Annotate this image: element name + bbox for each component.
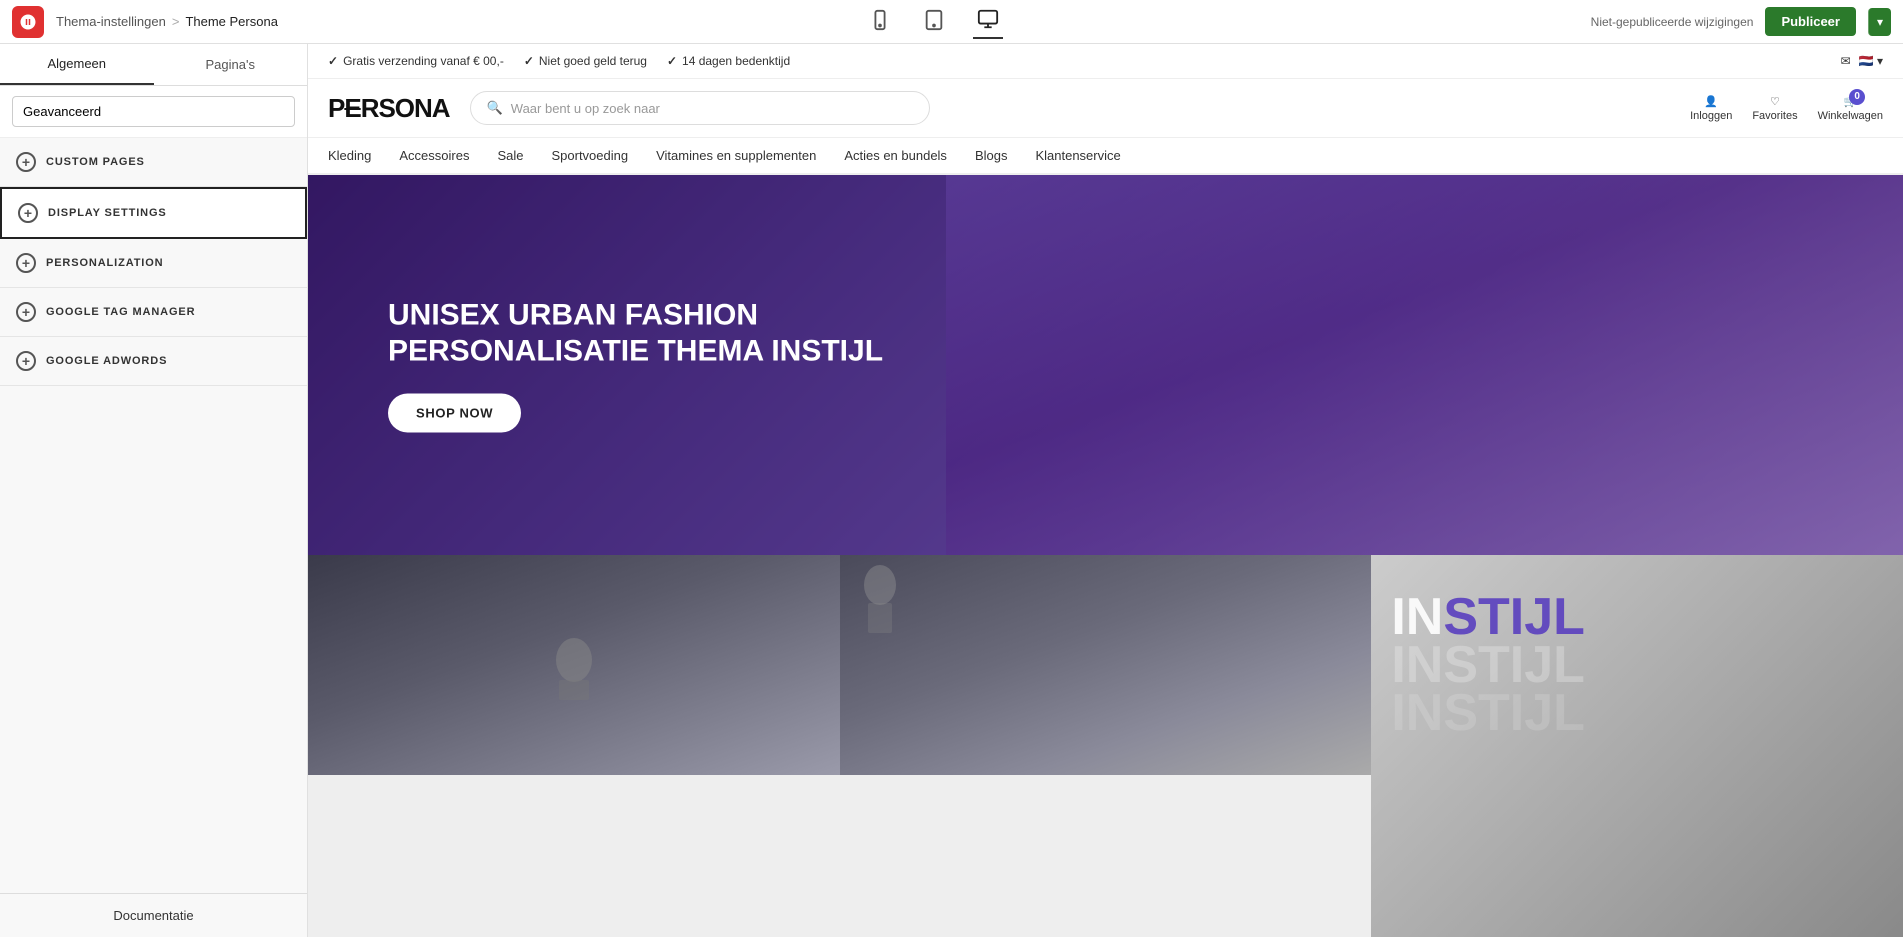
- app-logo[interactable]: [12, 6, 44, 38]
- plus-icon-display: +: [18, 203, 38, 223]
- breadcrumb-parent[interactable]: Thema-instellingen: [56, 14, 166, 29]
- publish-button[interactable]: Publiceer: [1765, 7, 1856, 36]
- breadcrumb-current: Theme Persona: [185, 14, 278, 29]
- device-switcher: [278, 4, 1591, 39]
- nav-sportvoeding[interactable]: Sportvoeding: [537, 148, 642, 163]
- store-preview: Gratis verzending vanaf € 00,- Niet goed…: [308, 44, 1903, 937]
- publish-dropdown-button[interactable]: ▾: [1868, 8, 1891, 36]
- plus-icon-personal: +: [16, 253, 36, 273]
- top-bar-actions: Niet-gepubliceerde wijzigingen Publiceer…: [1591, 7, 1891, 36]
- nav-kleding[interactable]: Kleding: [328, 148, 385, 163]
- breadcrumb: Thema-instellingen > Theme Persona: [56, 14, 278, 29]
- store-logo: PERSONA: [328, 93, 450, 124]
- nav-sale[interactable]: Sale: [483, 148, 537, 163]
- sidebar-item-custom-pages[interactable]: + CUSTOM PAGES: [0, 138, 307, 187]
- sidebar-select-wrapper: Geavanceerd: [0, 86, 307, 138]
- sidebar-item-google-tag-manager[interactable]: + GOOGLE TAG MANAGER: [0, 288, 307, 337]
- sidebar-item-personalization[interactable]: + PERSONALIZATION: [0, 239, 307, 288]
- product-card-text-container: INSTIJL INSTIJL INSTIJL: [1371, 555, 1903, 775]
- sidebar: Algemeen Pagina's Geavanceerd + CUSTOM P…: [0, 44, 308, 937]
- mobile-device-button[interactable]: [865, 4, 895, 39]
- flag-icon: 🇳🇱 ▾: [1859, 54, 1883, 68]
- announcement-icons: ✉ 🇳🇱 ▾: [1841, 54, 1883, 68]
- documentation-link[interactable]: Documentatie: [113, 908, 193, 923]
- desktop-device-button[interactable]: [973, 4, 1003, 39]
- hero-section: UNISEX URBAN FASHION PERSONALISATIE THEM…: [308, 175, 1903, 555]
- top-bar: Thema-instellingen > Theme Persona Niet-…: [0, 0, 1903, 44]
- custom-pages-label: CUSTOM PAGES: [46, 156, 145, 168]
- cart-action[interactable]: 🛒0 Winkelwagen: [1818, 95, 1883, 122]
- sidebar-tabs: Algemeen Pagina's: [0, 44, 307, 86]
- nav-vitamines[interactable]: Vitamines en supplementen: [642, 148, 830, 163]
- sidebar-footer: Documentatie: [0, 893, 307, 937]
- unpublished-label: Niet-gepubliceerde wijzigingen: [1591, 15, 1754, 29]
- sidebar-item-display-settings[interactable]: + DISPLAY SETTINGS: [0, 187, 307, 239]
- check-item-return: Niet goed geld terug: [524, 54, 647, 68]
- card-text-in: IN: [1391, 588, 1443, 646]
- instijl-overlay-text: INSTIJL INSTIJL INSTIJL: [1391, 591, 1585, 739]
- store-nav: Kleding Accessoires Sale Sportvoeding Vi…: [308, 138, 1903, 175]
- announcement-bar: Gratis verzending vanaf € 00,- Niet goed…: [308, 44, 1903, 79]
- check-item-shipping: Gratis verzending vanaf € 00,-: [328, 54, 504, 68]
- tablet-device-button[interactable]: [919, 4, 949, 39]
- card-text-stijl: STIJL: [1443, 588, 1585, 646]
- product-card-image-1: [308, 555, 840, 775]
- sidebar-item-google-adwords[interactable]: + GOOGLE ADWORDS: [0, 337, 307, 386]
- breadcrumb-separator: >: [172, 14, 180, 29]
- sidebar-select[interactable]: Geavanceerd: [12, 96, 295, 127]
- login-action[interactable]: 👤 Inloggen: [1690, 95, 1732, 122]
- product-card-image-2: [840, 555, 1372, 775]
- plus-icon-adwords: +: [16, 351, 36, 371]
- tab-general[interactable]: Algemeen: [0, 44, 154, 85]
- user-icon: 👤: [1704, 95, 1718, 108]
- google-adwords-label: GOOGLE ADWORDS: [46, 355, 167, 367]
- google-tag-manager-label: GOOGLE TAG MANAGER: [46, 306, 195, 318]
- hero-content: UNISEX URBAN FASHION PERSONALISATIE THEM…: [388, 298, 883, 433]
- plus-icon-gtm: +: [16, 302, 36, 322]
- favorites-action[interactable]: ♡ Favorites: [1752, 95, 1797, 122]
- nav-klantenservice[interactable]: Klantenservice: [1021, 148, 1134, 163]
- store-header: PERSONA 🔍 Waar bent u op zoek naar 👤 Inl…: [308, 79, 1903, 138]
- product-card-3[interactable]: INSTIJL INSTIJL INSTIJL: [1371, 555, 1903, 937]
- nav-acties[interactable]: Acties en bundels: [830, 148, 961, 163]
- main-layout: Algemeen Pagina's Geavanceerd + CUSTOM P…: [0, 44, 1903, 937]
- hero-title: UNISEX URBAN FASHION PERSONALISATIE THEM…: [388, 298, 883, 370]
- email-icon: ✉: [1841, 54, 1851, 68]
- product-card-1[interactable]: [308, 555, 840, 937]
- nav-accessoires[interactable]: Accessoires: [385, 148, 483, 163]
- personalization-label: PERSONALIZATION: [46, 257, 164, 269]
- search-icon: 🔍: [487, 100, 503, 116]
- hero-bg-figure: [946, 175, 1903, 555]
- heart-icon: ♡: [1770, 95, 1780, 108]
- plus-icon: +: [16, 152, 36, 172]
- nav-blogs[interactable]: Blogs: [961, 148, 1022, 163]
- check-item-days: 14 dagen bedenktijd: [667, 54, 790, 68]
- hero-cta-button[interactable]: SHOP NOW: [388, 394, 521, 433]
- card-text-repeat-2: INSTIJL: [1391, 687, 1585, 739]
- search-placeholder: Waar bent u op zoek naar: [511, 101, 660, 116]
- display-settings-label: DISPLAY SETTINGS: [48, 207, 167, 219]
- announcement-checks: Gratis verzending vanaf € 00,- Niet goed…: [328, 54, 790, 68]
- product-cards-row: INSTIJL INSTIJL INSTIJL: [308, 555, 1903, 937]
- tab-pages[interactable]: Pagina's: [154, 44, 308, 85]
- cart-icon: 🛒0: [1843, 95, 1857, 108]
- search-bar[interactable]: 🔍 Waar bent u op zoek naar: [470, 91, 930, 125]
- header-actions: 👤 Inloggen ♡ Favorites 🛒0 Winkelwagen: [1690, 95, 1883, 122]
- product-card-2[interactable]: [840, 555, 1372, 937]
